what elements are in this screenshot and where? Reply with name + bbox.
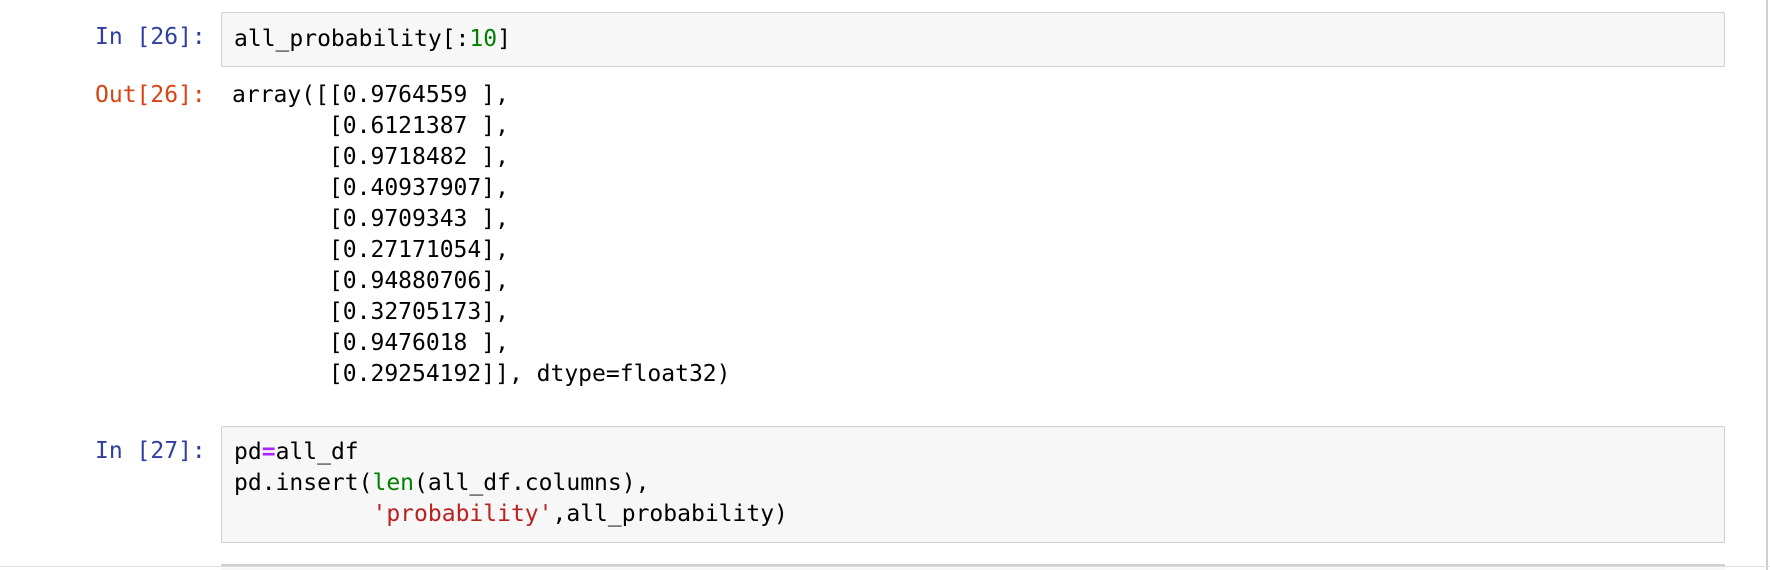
code-line-1: pd=all_df — [234, 439, 359, 465]
notebook-bottom-divider — [0, 566, 1770, 570]
code-token: (all_df.columns), — [414, 470, 650, 496]
input-prompt-26: In [26]: — [95, 24, 206, 50]
code-token: all_probability[: — [234, 26, 470, 52]
output-prompt-26: Out[26]: — [95, 82, 206, 108]
code-token-string: 'probability' — [372, 501, 553, 527]
code-line: all_probability[:10] — [234, 24, 511, 55]
code-token-number: 10 — [469, 26, 498, 52]
code-token: all_df — [275, 439, 359, 465]
code-cell-26-input[interactable]: all_probability[:10] — [221, 12, 1725, 67]
code-token-builtin: len — [372, 470, 415, 496]
code-line-2: pd.insert(len(all_df.columns), — [234, 470, 649, 496]
code-token-operator: = — [261, 439, 276, 465]
code-token: pd — [234, 439, 262, 465]
notebook-container: In [26]: all_probability[:10] Out[26]: a… — [0, 0, 1768, 570]
input-prompt-27: In [27]: — [95, 438, 206, 464]
code-cell-27-input[interactable]: pd=all_df pd.insert(len(all_df.columns),… — [221, 426, 1725, 543]
code-token: ] — [497, 26, 511, 52]
code-token: pd.insert( — [234, 470, 373, 496]
code-token: ,all_probability) — [552, 501, 788, 527]
cell-26-output: array([[0.9764559 ], [0.6121387 ], [0.97… — [232, 82, 731, 387]
code-block: pd=all_df pd.insert(len(all_df.columns),… — [234, 437, 788, 530]
code-line-3: 'probability',all_probability) — [234, 501, 788, 527]
